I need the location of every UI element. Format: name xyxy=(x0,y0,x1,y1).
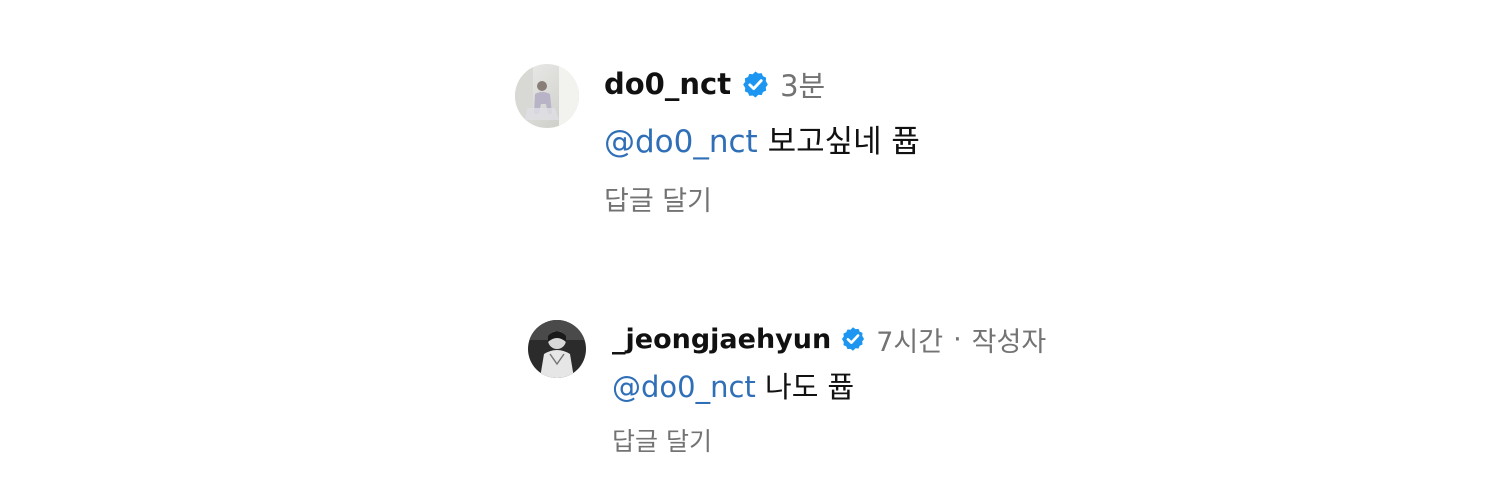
verified-badge-icon xyxy=(741,70,770,99)
username[interactable]: do0_nct xyxy=(604,67,731,101)
comment-timestamp: 7시간 xyxy=(876,326,944,358)
avatar-photo xyxy=(515,64,579,128)
author-label: 작성자 xyxy=(971,326,1047,358)
reply-button[interactable]: 답글 달기 xyxy=(604,182,712,222)
comment-message: 보고싶네 퓹 xyxy=(767,124,921,160)
reply-button[interactable]: 답글 달기 xyxy=(612,423,712,461)
mention-link[interactable]: @do0_nct xyxy=(604,124,758,160)
comment-text: @do0_nct 나도 퓹 xyxy=(612,366,854,408)
comment-message: 나도 퓹 xyxy=(765,370,855,404)
comment-header: do0_nct 3분 xyxy=(604,64,825,104)
comment-header: _jeongjaehyun 7시간 · 작성자 xyxy=(612,319,1046,359)
comment-text: @do0_nct 보고싶네 퓹 xyxy=(604,120,920,164)
user-avatar[interactable] xyxy=(528,320,586,378)
comment-timestamp: 3분 xyxy=(780,69,826,103)
verified-badge-icon xyxy=(840,326,866,352)
username[interactable]: _jeongjaehyun xyxy=(612,324,831,355)
mention-link[interactable]: @do0_nct xyxy=(612,370,756,404)
avatar-photo xyxy=(528,320,586,378)
user-avatar[interactable] xyxy=(515,64,579,128)
meta-separator: · xyxy=(953,323,962,355)
